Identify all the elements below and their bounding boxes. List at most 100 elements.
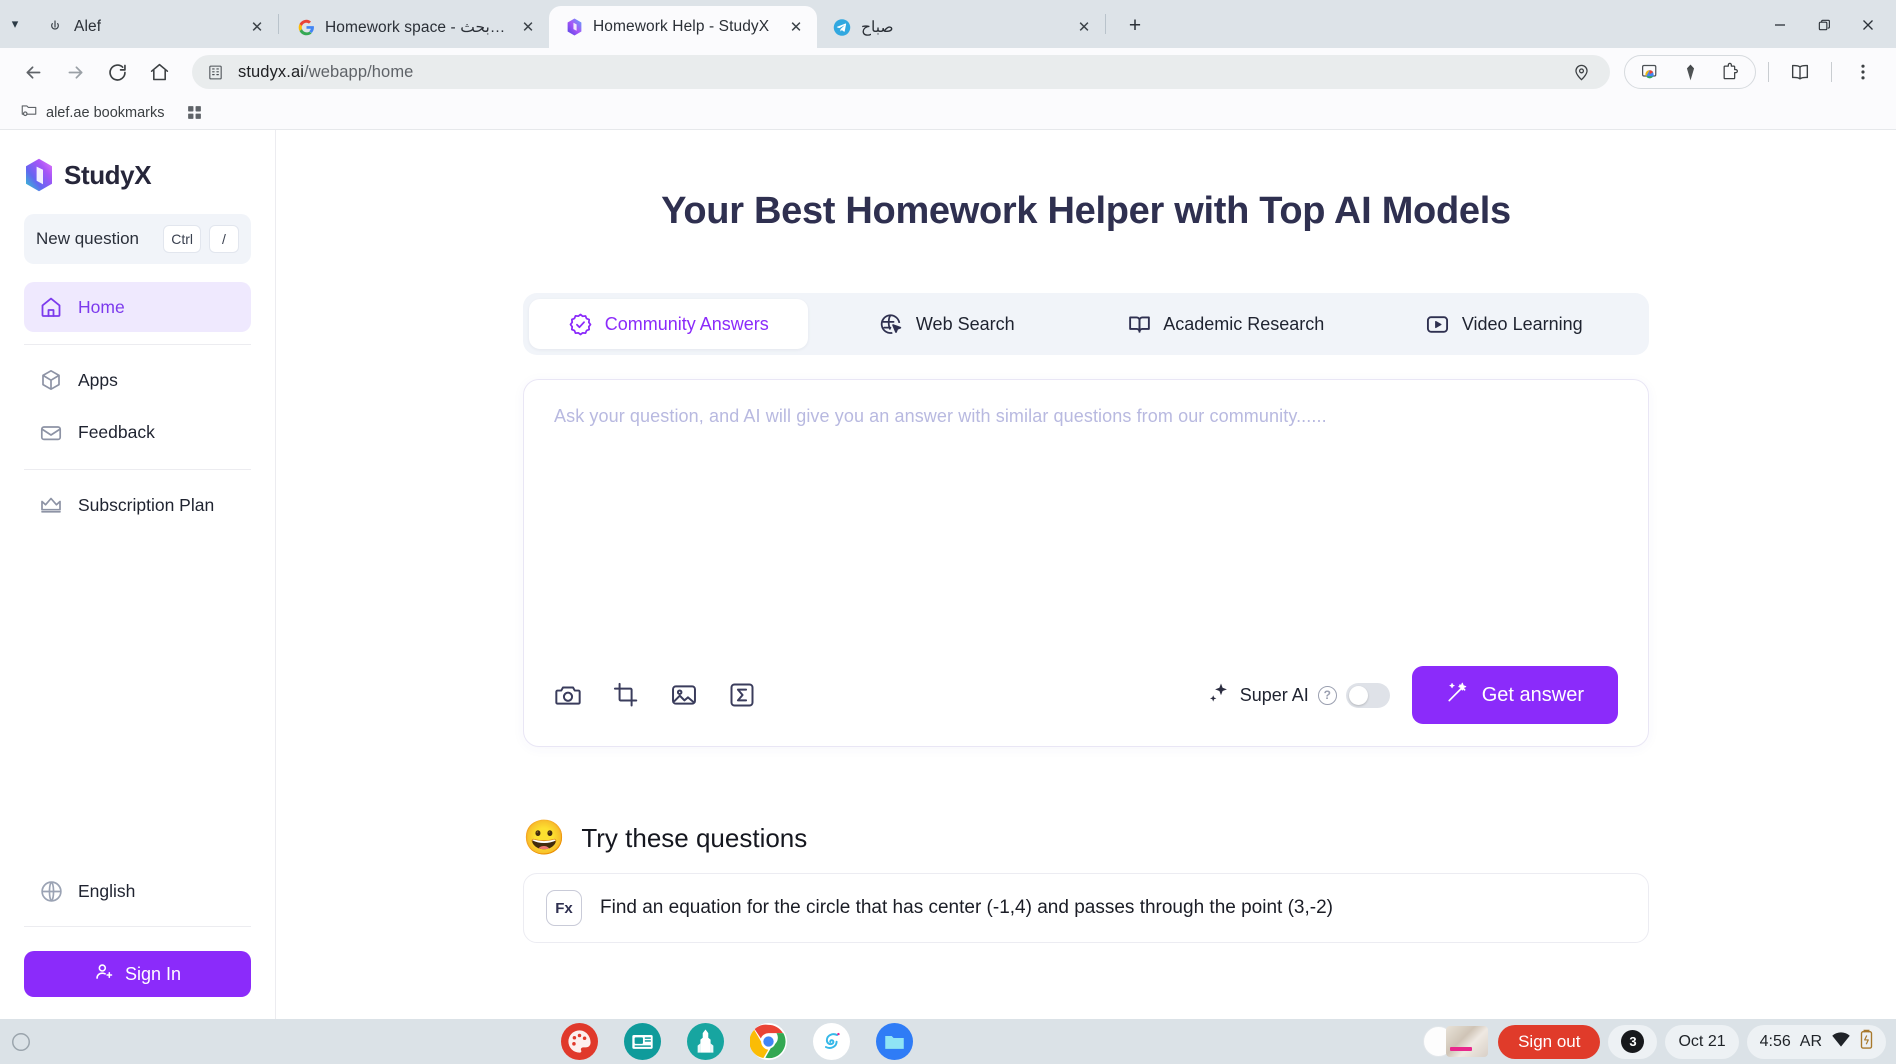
sign-out-label: Sign out	[1518, 1031, 1581, 1051]
sidebar-item-feedback[interactable]: Feedback	[24, 407, 251, 457]
three-dot-menu-icon[interactable]	[1844, 53, 1882, 91]
studyx-icon	[565, 18, 583, 36]
camera-icon[interactable]	[554, 681, 582, 709]
address-bar-url: studyx.ai/webapp/home	[238, 62, 414, 81]
get-answer-button[interactable]: Get answer	[1411, 666, 1618, 724]
envelope-icon	[38, 419, 64, 445]
toolbar-divider	[1768, 62, 1769, 82]
magic-wand-icon	[1446, 681, 1469, 710]
studyx-logo-icon	[24, 158, 54, 192]
tab-community-answers[interactable]: Community Answers	[529, 299, 808, 349]
tab-label: Video Learning	[1461, 313, 1583, 334]
sidebar-item-subscription-plan[interactable]: Subscription Plan	[24, 480, 251, 530]
tab-academic-research[interactable]: Academic Research	[1086, 299, 1365, 349]
help-icon[interactable]: ?	[1317, 685, 1337, 705]
chrome-app-icon[interactable]	[748, 1023, 787, 1060]
browser-tab-telegram[interactable]: صباح ✕	[817, 6, 1105, 48]
language-selector[interactable]: English	[24, 866, 251, 916]
files-app-icon[interactable]	[875, 1023, 913, 1060]
new-tab-button[interactable]: +	[1118, 9, 1152, 43]
paint-app-icon[interactable]	[560, 1023, 598, 1060]
sigma-math-icon[interactable]	[728, 681, 756, 709]
extensions-pill	[1624, 55, 1756, 89]
crown-icon	[38, 492, 64, 518]
sidebar-divider	[24, 344, 251, 345]
close-window-button[interactable]	[1846, 6, 1890, 44]
reload-button[interactable]	[98, 53, 136, 91]
status-tray[interactable]: 4:56 AR	[1746, 1024, 1886, 1059]
close-icon[interactable]: ✕	[785, 16, 807, 38]
avatar-group[interactable]	[1423, 1026, 1489, 1057]
location-pin-icon[interactable]	[1562, 53, 1600, 91]
news-app-icon[interactable]	[623, 1023, 661, 1060]
sidebar-item-label: Home	[78, 296, 125, 317]
close-icon[interactable]: ✕	[1073, 16, 1095, 38]
shortcut-key-slash: /	[209, 225, 239, 253]
tab-title: Alef	[74, 18, 102, 35]
page-content: StudyX New question Ctrl / Home Apps Fee…	[0, 130, 1896, 1019]
browser-tab-alef[interactable]: Alef ✕	[30, 6, 278, 48]
sign-in-label: Sign In	[124, 963, 182, 984]
plus-icon: +	[1128, 14, 1142, 37]
back-button[interactable]	[14, 53, 52, 91]
book-icon[interactable]	[1781, 53, 1819, 91]
shortcut-key-ctrl: Ctrl	[163, 225, 201, 253]
close-icon[interactable]: ✕	[246, 16, 268, 38]
minimize-button[interactable]	[1758, 6, 1802, 44]
tab-search-button[interactable]: ▾	[0, 0, 30, 48]
date-tray[interactable]: Oct 21	[1665, 1024, 1739, 1059]
sidebar-item-apps[interactable]: Apps	[24, 355, 251, 405]
tab-web-search[interactable]: Web Search	[808, 299, 1087, 349]
language-label: English	[78, 880, 136, 901]
tab-divider	[1105, 14, 1106, 34]
enterprise-building-icon	[204, 61, 226, 83]
maximize-button[interactable]	[1802, 6, 1846, 44]
tab-label: Web Search	[915, 313, 1015, 334]
building-app-icon[interactable]	[686, 1023, 724, 1060]
bookmarks-bar: alef.ae bookmarks	[0, 96, 1896, 130]
sign-in-button[interactable]: Sign In	[24, 951, 251, 997]
battery-charging-icon	[1860, 1029, 1873, 1054]
video-play-icon	[1425, 311, 1451, 337]
image-icon[interactable]	[670, 681, 698, 709]
window-controls	[1758, 6, 1890, 48]
sidebar-divider	[24, 469, 251, 470]
browser-tab-studyx[interactable]: Homework Help - StudyX ✕	[549, 6, 817, 48]
notification-tray[interactable]: 3	[1608, 1024, 1658, 1059]
bookmark-alef-ae[interactable]: alef.ae bookmarks	[12, 98, 172, 127]
taskbar-tray: Sign out 3 Oct 21 4:56 AR	[1423, 1024, 1886, 1059]
taskbar-launcher[interactable]	[10, 1031, 50, 1053]
studyx-logo[interactable]: StudyX	[24, 130, 251, 214]
swirl-app-icon[interactable]	[812, 1023, 850, 1060]
suggested-question-text: Find an equation for the circle that has…	[600, 897, 1333, 918]
close-icon[interactable]: ✕	[517, 16, 539, 38]
bookmark-label: alef.ae bookmarks	[46, 104, 165, 121]
super-ai-control[interactable]: Super AI ?	[1207, 681, 1390, 710]
tab-video-learning[interactable]: Video Learning	[1365, 299, 1644, 349]
question-composer[interactable]: Ask your question, and AI will give you …	[523, 379, 1649, 747]
address-bar[interactable]: studyx.ai/webapp/home	[192, 55, 1610, 89]
suggested-question-card[interactable]: Fx Find an equation for the circle that …	[523, 873, 1649, 943]
chrome-cast-icon[interactable]	[1631, 53, 1669, 91]
home-button[interactable]	[140, 53, 178, 91]
browser-tab-google[interactable]: Homework space - بحث Google ✕	[281, 6, 549, 48]
toolbar-divider	[1831, 62, 1832, 82]
page-title: Your Best Homework Helper with Top AI Mo…	[661, 190, 1511, 232]
gem-icon[interactable]	[1671, 53, 1709, 91]
forward-button[interactable]	[56, 53, 94, 91]
tab-label: Academic Research	[1163, 313, 1325, 334]
super-ai-toggle[interactable]	[1345, 682, 1390, 708]
grinning-face-icon: 😀	[523, 819, 566, 857]
grid-apps-icon[interactable]	[178, 101, 211, 124]
crop-icon[interactable]	[612, 681, 640, 709]
user-plus-icon	[94, 961, 115, 987]
question-textarea[interactable]: Ask your question, and AI will give you …	[554, 406, 1618, 666]
new-question-button[interactable]: New question Ctrl /	[24, 214, 251, 264]
main-content: Your Best Homework Helper with Top AI Mo…	[276, 130, 1896, 1019]
sidebar-item-home[interactable]: Home	[24, 282, 251, 332]
tab-strip: ▾ Alef ✕ Homework space - بحث Google	[0, 0, 1896, 48]
sign-out-button[interactable]: Sign out	[1498, 1024, 1601, 1059]
puzzle-extensions-icon[interactable]	[1711, 53, 1749, 91]
time-label: 4:56	[1759, 1032, 1791, 1050]
